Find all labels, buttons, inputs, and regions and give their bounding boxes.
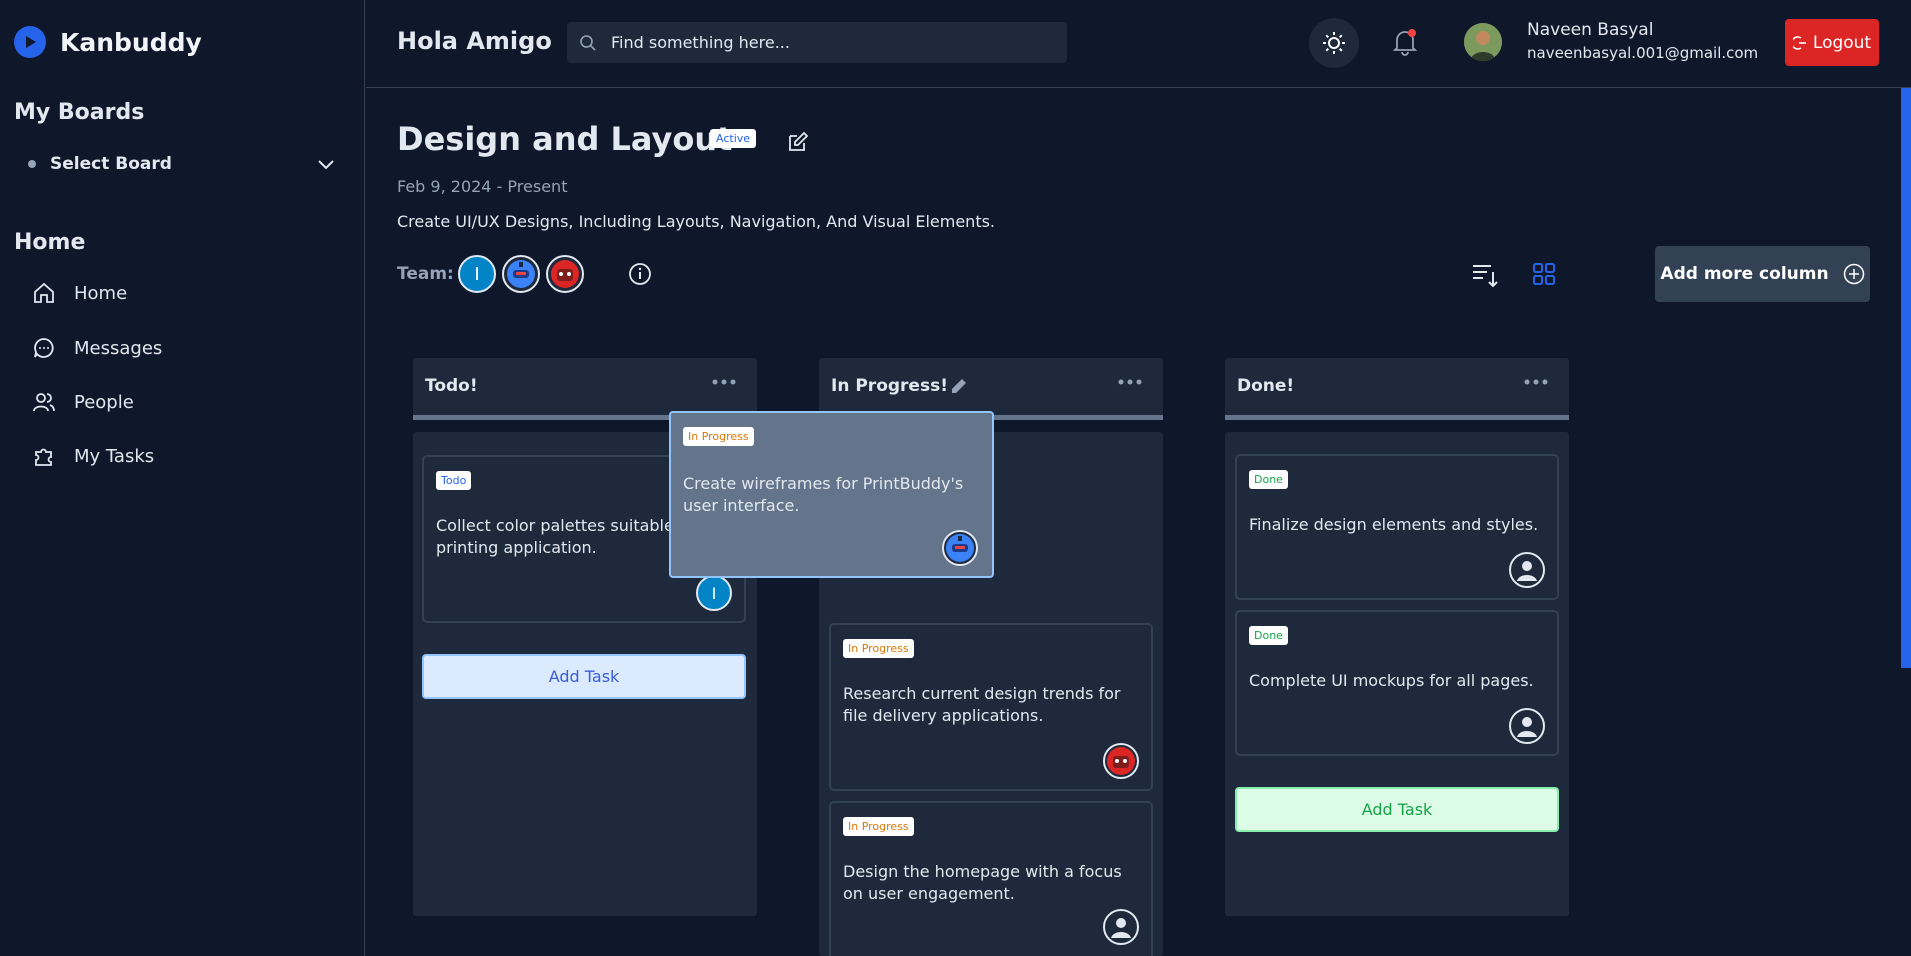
column-header-done[interactable]: Done! [1225, 358, 1569, 420]
bell-icon [1392, 29, 1418, 56]
task-tag: In Progress [843, 817, 914, 836]
chevron-down-icon [318, 160, 334, 170]
task-tag: Done [1249, 470, 1288, 489]
task-card[interactable]: In Progress Research current design tren… [829, 623, 1153, 791]
task-tag: Todo [436, 471, 472, 490]
kanbuddy-logo-icon [14, 26, 46, 58]
task-tag: In Progress [843, 639, 914, 658]
task-tag: Done [1249, 626, 1288, 645]
sidebar-item-people[interactable]: People [32, 390, 134, 414]
task-card[interactable]: In Progress Design the homepage with a f… [829, 801, 1153, 956]
assignee-avatar[interactable] [1509, 708, 1545, 744]
user-email: naveenbasyal.001@gmail.com [1527, 44, 1759, 62]
robot-avatar-icon [1107, 747, 1135, 775]
app-name: Kanbuddy [60, 27, 202, 57]
edit-board-button[interactable] [786, 130, 810, 158]
board-description: Create UI/UX Designs, Including Layouts,… [397, 212, 996, 231]
avatar-initial: I [711, 583, 717, 603]
top-header: Hola Amigo Naveen Basyal naveenbasyal.00… [366, 0, 1911, 88]
sidebar-item-label: Home [74, 282, 128, 304]
logout-button[interactable]: Logout [1785, 19, 1879, 66]
board-title: Design and Layout [397, 120, 733, 158]
sort-button[interactable] [1471, 262, 1499, 292]
status-badge: Active [710, 129, 757, 148]
robot-avatar-icon [946, 534, 974, 562]
board-date: Feb 9, 2024 - Present [397, 177, 568, 196]
user-avatar[interactable] [1464, 23, 1502, 61]
sidebar-item-messages[interactable]: Messages [32, 336, 162, 360]
user-placeholder-icon [1111, 918, 1131, 938]
robot-avatar-icon [507, 260, 535, 288]
plus-circle-icon [1843, 263, 1864, 285]
theme-toggle-button[interactable] [1309, 18, 1359, 68]
search-input[interactable] [611, 33, 1051, 52]
logout-icon [1792, 35, 1806, 50]
home-icon [34, 282, 54, 303]
sidebar-item-label: People [74, 391, 134, 413]
more-options-icon[interactable] [711, 372, 737, 392]
sidebar: Kanbuddy My Boards Select Board Home Hom… [0, 0, 365, 956]
search-icon [580, 34, 596, 51]
grid-icon [1533, 263, 1555, 285]
people-icon [33, 393, 55, 412]
add-column-label: Add more column [1660, 264, 1829, 284]
team-avatar-robot-blue[interactable] [502, 255, 540, 293]
puzzle-icon [35, 448, 52, 466]
sun-icon [1323, 32, 1345, 54]
sidebar-item-my-tasks[interactable]: My Tasks [32, 444, 154, 468]
sidebar-item-label: Messages [74, 337, 163, 359]
add-column-button[interactable]: Add more column [1655, 246, 1870, 302]
add-task-button[interactable]: Add Task [1235, 787, 1559, 832]
task-text: Complete UI mockups for all pages. [1249, 671, 1534, 690]
select-board-dropdown[interactable]: Select Board [28, 152, 338, 176]
column-title: Done! [1237, 376, 1295, 396]
user-photo-icon [1464, 23, 1502, 61]
logout-label: Logout [1812, 32, 1872, 53]
column-title: Todo! [425, 376, 478, 396]
team-avatar-initial[interactable]: I [458, 255, 496, 293]
greeting: Hola Amigo [397, 27, 552, 55]
my-boards-title: My Boards [14, 100, 145, 125]
task-tag: In Progress [683, 427, 754, 446]
sidebar-item-home[interactable]: Home [32, 281, 127, 305]
assignee-avatar[interactable]: I [696, 575, 732, 611]
grid-view-button[interactable] [1532, 262, 1556, 290]
task-text: Design the homepage with a focus on user… [843, 862, 1122, 903]
task-text: Research current design trends for file … [843, 684, 1121, 725]
notifications-button[interactable] [1392, 28, 1418, 60]
select-board-label: Select Board [50, 154, 172, 174]
assignee-avatar[interactable] [942, 530, 978, 566]
assignee-avatar[interactable] [1103, 909, 1139, 945]
avatar-initial: I [474, 263, 480, 285]
edit-icon [789, 131, 809, 151]
assignee-avatar[interactable] [1509, 552, 1545, 588]
more-options-icon[interactable] [1523, 372, 1549, 392]
task-text: Create wireframes for PrintBuddy's user … [683, 474, 964, 515]
brand[interactable]: Kanbuddy [14, 26, 202, 58]
assignee-avatar[interactable] [1103, 743, 1139, 779]
pencil-icon[interactable] [950, 377, 968, 395]
user-placeholder-icon [1517, 717, 1537, 737]
info-icon [629, 263, 651, 285]
team-avatar-robot-red[interactable] [546, 255, 584, 293]
user-name: Naveen Basyal [1527, 20, 1654, 40]
team-label: Team: [397, 264, 454, 284]
dragging-task-card[interactable]: In Progress Create wireframes for PrintB… [669, 411, 994, 578]
team-info-button[interactable] [628, 262, 652, 290]
more-options-icon[interactable] [1117, 372, 1143, 392]
home-section-title: Home [14, 230, 86, 255]
column-title: In Progress! [831, 376, 948, 396]
user-placeholder-icon [1517, 561, 1537, 581]
task-card[interactable]: Done Finalize design elements and styles… [1235, 454, 1559, 600]
task-text: Finalize design elements and styles. [1249, 515, 1539, 534]
add-task-button[interactable]: Add Task [422, 654, 746, 699]
search-bar[interactable] [567, 22, 1067, 63]
scrollbar[interactable] [1901, 88, 1911, 668]
chat-icon [34, 338, 54, 358]
sort-icon [1473, 265, 1498, 288]
robot-avatar-icon [551, 260, 579, 288]
bullet-icon [28, 160, 36, 168]
sidebar-item-label: My Tasks [74, 445, 155, 467]
task-card[interactable]: Done Complete UI mockups for all pages. [1235, 610, 1559, 756]
